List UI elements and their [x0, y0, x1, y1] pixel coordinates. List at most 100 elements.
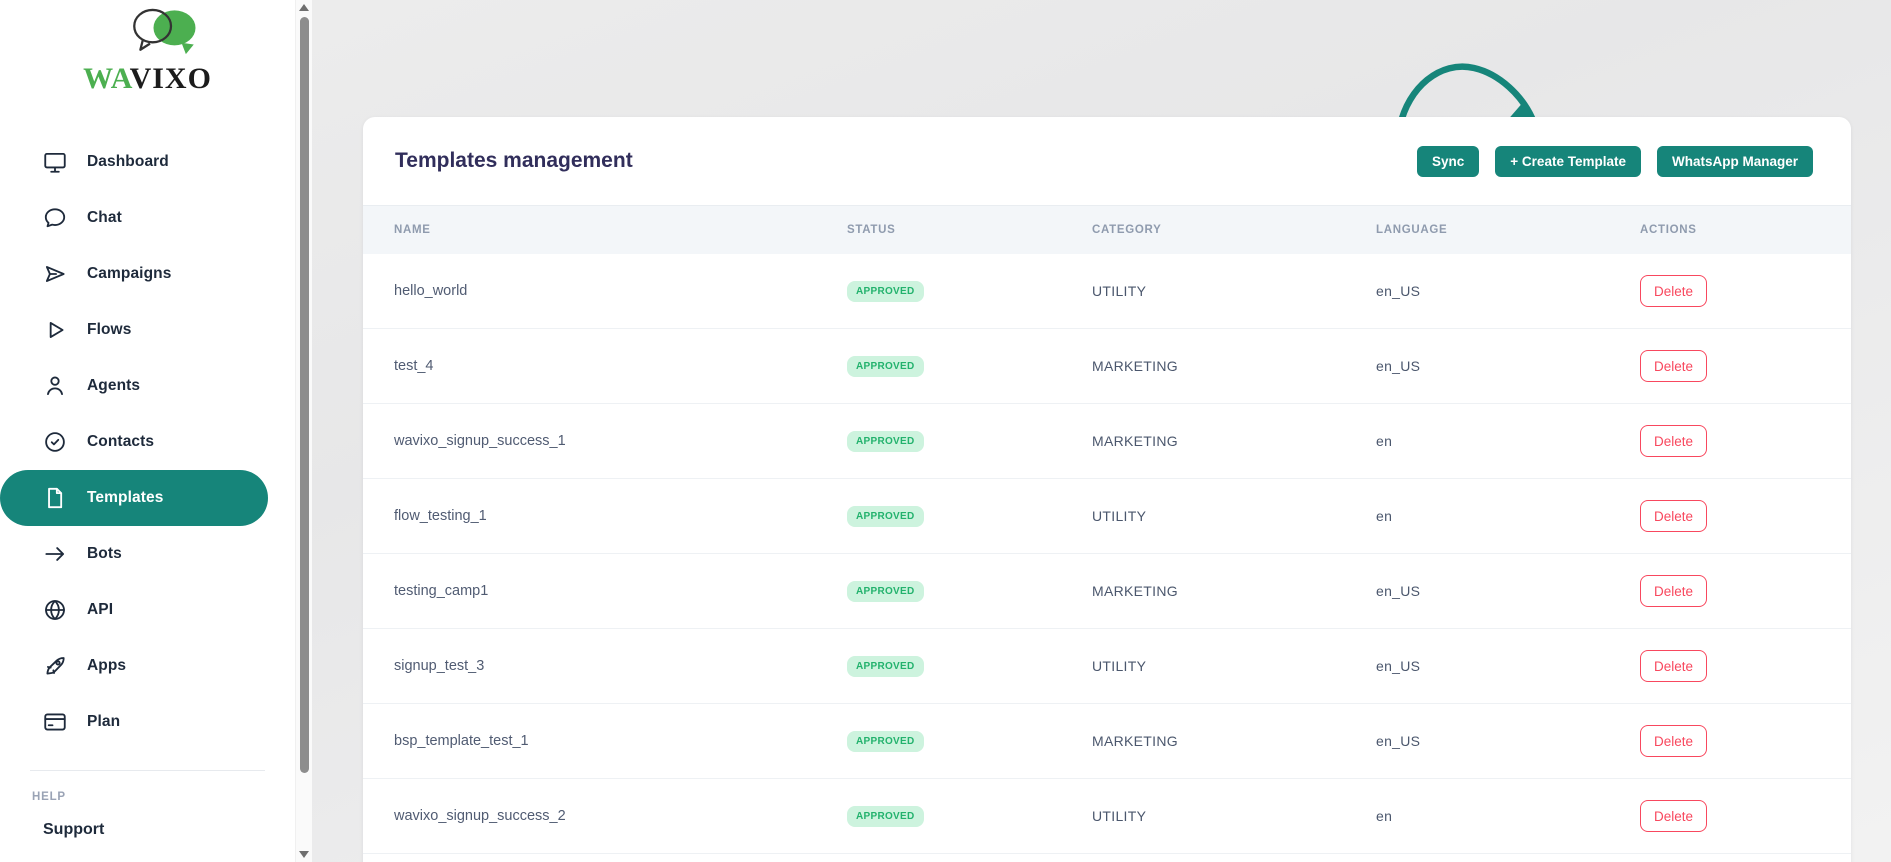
- language-cell: en: [1376, 433, 1640, 449]
- language-cell: en_US: [1376, 358, 1640, 374]
- brand-name-primary: WA: [83, 62, 129, 95]
- globe-icon: [42, 597, 68, 623]
- delete-button[interactable]: Delete: [1640, 725, 1707, 757]
- person-icon: [42, 373, 68, 399]
- template-name: test_4: [394, 358, 847, 374]
- create-template-button[interactable]: + Create Template: [1495, 146, 1641, 177]
- template-name: hello_world: [394, 283, 847, 299]
- monitor-icon: [42, 149, 68, 175]
- brand-name-secondary: VIXO: [130, 62, 212, 95]
- delete-button[interactable]: Delete: [1640, 500, 1707, 532]
- help-section-label: HELP: [32, 791, 295, 803]
- delete-button[interactable]: Delete: [1640, 650, 1707, 682]
- sidebar: WAVIXO Dashboard Chat Campaigns Flows Ag…: [0, 0, 295, 862]
- delete-button[interactable]: Delete: [1640, 350, 1707, 382]
- category-cell: UTILITY: [1092, 283, 1376, 299]
- sidebar-item-templates[interactable]: Templates: [0, 470, 268, 526]
- whatsapp-manager-button[interactable]: WhatsApp Manager: [1657, 146, 1813, 177]
- category-cell: UTILITY: [1092, 808, 1376, 824]
- category-cell: MARKETING: [1092, 433, 1376, 449]
- sidebar-item-dashboard[interactable]: Dashboard: [0, 134, 295, 190]
- status-badge: APPROVED: [847, 356, 924, 377]
- category-cell: MARKETING: [1092, 583, 1376, 599]
- delete-button[interactable]: Delete: [1640, 800, 1707, 832]
- column-header-name: NAME: [394, 224, 847, 236]
- language-cell: en: [1376, 808, 1640, 824]
- templates-card: Templates management Sync + Create Templ…: [363, 117, 1851, 862]
- brand-name: WAVIXO: [58, 64, 238, 94]
- sidebar-item-campaigns[interactable]: Campaigns: [0, 246, 295, 302]
- brand-logo: WAVIXO: [58, 6, 238, 94]
- scrollbar-down-arrow-icon[interactable]: [299, 851, 309, 858]
- rocket-icon: [42, 653, 68, 679]
- sidebar-item-plan[interactable]: Plan: [0, 694, 295, 750]
- column-header-actions: ACTIONS: [1640, 224, 1851, 236]
- template-name: wavixo_signup_success_1: [394, 433, 847, 449]
- status-badge: APPROVED: [847, 806, 924, 827]
- sidebar-item-contacts[interactable]: Contacts: [0, 414, 295, 470]
- table-row: flow_testing_1 APPROVED UTILITY en Delet…: [363, 479, 1851, 554]
- column-header-language: LANGUAGE: [1376, 224, 1640, 236]
- category-cell: MARKETING: [1092, 733, 1376, 749]
- column-header-status: STATUS: [847, 224, 1092, 236]
- table-row: wavixo_signup_success_1 APPROVED MARKETI…: [363, 404, 1851, 479]
- table-row: test_4 APPROVED MARKETING en_US Delete: [363, 329, 1851, 404]
- main-content: Templates management Sync + Create Templ…: [312, 0, 1891, 862]
- play-icon: [42, 317, 68, 343]
- language-cell: en: [1376, 508, 1640, 524]
- sidebar-item-flows[interactable]: Flows: [0, 302, 295, 358]
- sidebar-item-apps[interactable]: Apps: [0, 638, 295, 694]
- sidebar-item-support[interactable]: Support: [43, 821, 295, 839]
- category-cell: UTILITY: [1092, 508, 1376, 524]
- template-name: flow_testing_1: [394, 508, 847, 524]
- language-cell: en_US: [1376, 583, 1640, 599]
- delete-button[interactable]: Delete: [1640, 575, 1707, 607]
- template-name: testing_camp1: [394, 583, 847, 599]
- chat-bubble-icon: [42, 205, 68, 231]
- status-badge: APPROVED: [847, 281, 924, 302]
- table-header-row: NAMESTATUSCATEGORYLANGUAGEACTIONS: [363, 205, 1851, 254]
- status-badge: APPROVED: [847, 431, 924, 452]
- sidebar-divider: [30, 770, 265, 771]
- header-actions: Sync + Create Template WhatsApp Manager: [1417, 146, 1813, 177]
- table-row: wavixo_signup_success_2 APPROVED UTILITY…: [363, 779, 1851, 854]
- language-cell: en_US: [1376, 658, 1640, 674]
- sidebar-scrollbar[interactable]: [295, 0, 312, 862]
- templates-table: NAMESTATUSCATEGORYLANGUAGEACTIONS hello_…: [363, 205, 1851, 854]
- category-cell: MARKETING: [1092, 358, 1376, 374]
- document-icon: [42, 485, 68, 511]
- table-row: bsp_template_test_1 APPROVED MARKETING e…: [363, 704, 1851, 779]
- status-badge: APPROVED: [847, 581, 924, 602]
- sidebar-item-chat[interactable]: Chat: [0, 190, 295, 246]
- page-title: Templates management: [395, 149, 1417, 173]
- sync-button[interactable]: Sync: [1417, 146, 1479, 177]
- sidebar-item-agents[interactable]: Agents: [0, 358, 295, 414]
- template-name: signup_test_3: [394, 658, 847, 674]
- card-header: Templates management Sync + Create Templ…: [363, 117, 1851, 205]
- credit-card-icon: [42, 709, 68, 735]
- status-badge: APPROVED: [847, 506, 924, 527]
- sidebar-item-bots[interactable]: Bots: [0, 526, 295, 582]
- sidebar-item-api[interactable]: API: [0, 582, 295, 638]
- language-cell: en_US: [1376, 733, 1640, 749]
- table-body: hello_world APPROVED UTILITY en_US Delet…: [363, 254, 1851, 854]
- chat-bubbles-logo-icon: [116, 6, 212, 62]
- badge-check-icon: [42, 429, 68, 455]
- sidebar-nav: Dashboard Chat Campaigns Flows Agents Co…: [0, 134, 295, 750]
- scrollbar-up-arrow-icon[interactable]: [299, 4, 309, 11]
- table-row: testing_camp1 APPROVED MARKETING en_US D…: [363, 554, 1851, 629]
- send-icon: [42, 261, 68, 287]
- delete-button[interactable]: Delete: [1640, 275, 1707, 307]
- status-badge: APPROVED: [847, 731, 924, 752]
- arrow-right-icon: [42, 541, 68, 567]
- delete-button[interactable]: Delete: [1640, 425, 1707, 457]
- table-row: hello_world APPROVED UTILITY en_US Delet…: [363, 254, 1851, 329]
- scrollbar-thumb[interactable]: [300, 17, 309, 773]
- category-cell: UTILITY: [1092, 658, 1376, 674]
- language-cell: en_US: [1376, 283, 1640, 299]
- status-badge: APPROVED: [847, 656, 924, 677]
- table-row: signup_test_3 APPROVED UTILITY en_US Del…: [363, 629, 1851, 704]
- template-name: bsp_template_test_1: [394, 733, 847, 749]
- template-name: wavixo_signup_success_2: [394, 808, 847, 824]
- column-header-category: CATEGORY: [1092, 224, 1376, 236]
